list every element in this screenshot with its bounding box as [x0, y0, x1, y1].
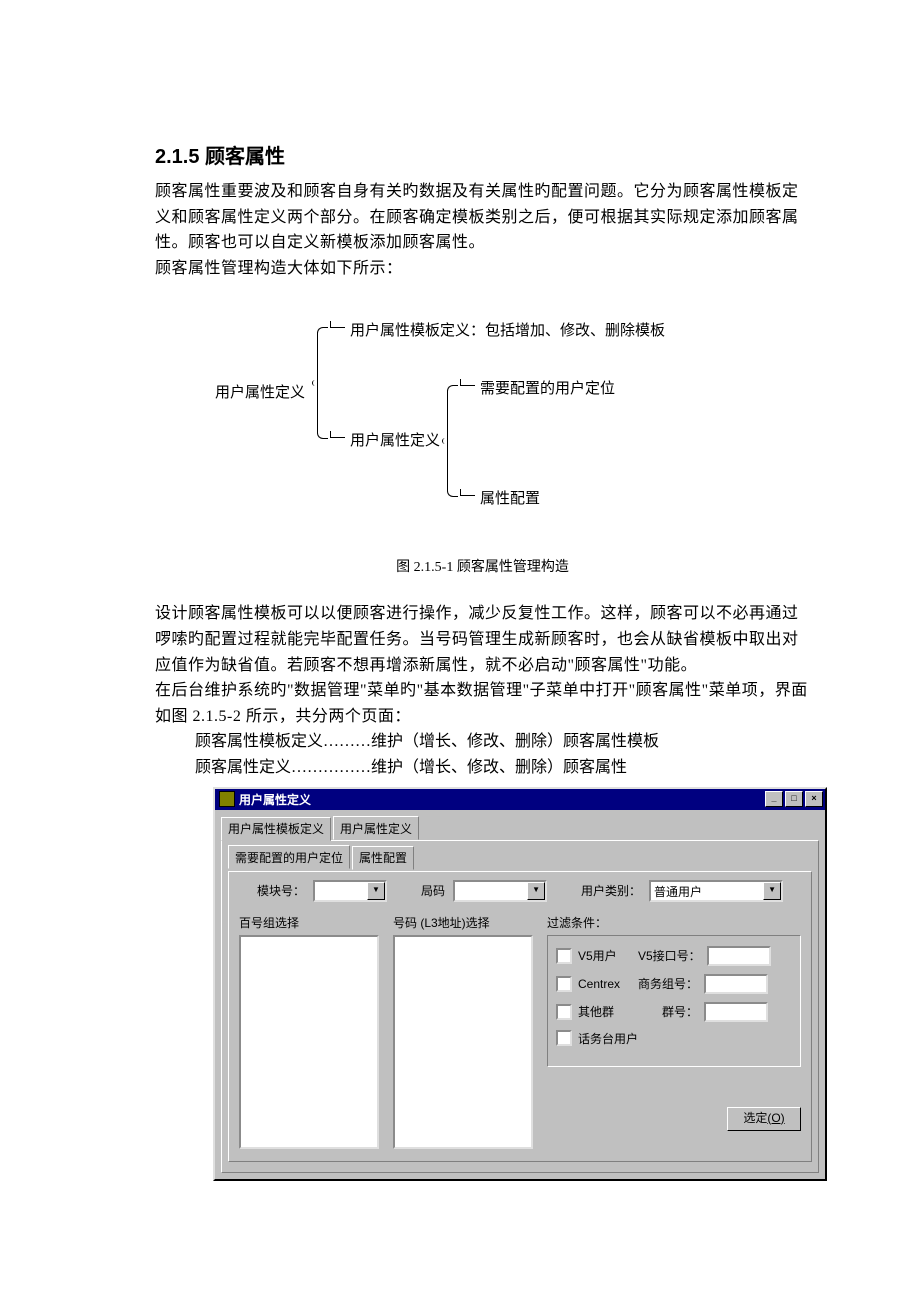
- filter-group: V5用户 V5接口号： Centrex 商务组号：: [547, 935, 801, 1067]
- bizgroup-field[interactable]: [704, 974, 768, 994]
- diagram-root: 用户属性定义: [215, 381, 305, 402]
- usertype-label: 用户类别：: [581, 882, 641, 899]
- outer-tabs: 用户属性模板定义 用户属性定义: [215, 810, 825, 840]
- bizgroup-label: 商务组号：: [638, 975, 698, 992]
- window-title: 用户属性定义: [239, 791, 311, 808]
- paragraph-3: 设计顾客属性模板可以以便顾客进行操作，减少反复性工作。这样，顾客可以不必再通过啰…: [155, 601, 810, 678]
- diagram-branch-2: 用户属性定义: [350, 429, 440, 450]
- v5-user-checkbox[interactable]: [556, 948, 572, 964]
- usertype-value: 普通用户: [651, 882, 763, 900]
- chevron-down-icon: ▼: [367, 882, 385, 900]
- brace-icon: [317, 327, 328, 439]
- app-icon: [219, 791, 235, 807]
- diagram-leaf-2: 属性配置: [480, 487, 540, 508]
- structure-diagram: 用户属性定义 用户属性模板定义：包括增加、修改、删除模板 用户属性定义 需要配置…: [155, 311, 810, 541]
- leader-line: [330, 437, 345, 438]
- desc-line-2: 顾客属性定义……………维护（增长、修改、删除）顾客属性: [195, 755, 810, 781]
- number-select-label: 号码 (L3地址)选择: [393, 914, 533, 931]
- select-button-accel: (O): [767, 1111, 784, 1125]
- minimize-button[interactable]: _: [765, 791, 783, 807]
- module-label: 模块号：: [257, 882, 305, 899]
- v5-interface-field[interactable]: [707, 946, 771, 966]
- hundred-group-label: 百号组选择: [239, 914, 379, 931]
- leader-line: [460, 495, 475, 496]
- groupno-label: 群号：: [662, 1003, 698, 1020]
- bureau-label: 局码: [421, 882, 445, 899]
- diagram-leaf-1: 需要配置的用户定位: [480, 377, 615, 398]
- select-button[interactable]: 选定(O): [727, 1107, 801, 1131]
- chevron-down-icon: ▼: [763, 882, 781, 900]
- console-user-label: 话务台用户: [578, 1030, 638, 1047]
- centrex-checkbox[interactable]: [556, 976, 572, 992]
- filter-label: 过滤条件：: [547, 914, 801, 931]
- close-button[interactable]: ×: [805, 791, 823, 807]
- figure-caption: 图 2.1.5-1 顾客属性管理构造: [155, 556, 810, 576]
- v5-user-label: V5用户: [578, 947, 632, 964]
- othergroup-label: 其他群: [578, 1003, 632, 1020]
- module-combo[interactable]: ▼: [313, 880, 387, 902]
- usertype-combo[interactable]: 普通用户 ▼: [649, 880, 783, 902]
- console-user-checkbox[interactable]: [556, 1030, 572, 1046]
- titlebar[interactable]: 用户属性定义 _ □ ×: [215, 789, 825, 810]
- centrex-label: Centrex: [578, 977, 632, 991]
- tab-attr-config[interactable]: 属性配置: [352, 846, 414, 870]
- chevron-down-icon: ▼: [527, 882, 545, 900]
- hundred-group-listbox[interactable]: [239, 935, 379, 1149]
- leader-line: [460, 385, 475, 386]
- tab-user-locate[interactable]: 需要配置的用户定位: [228, 845, 350, 869]
- user-attr-dialog: 用户属性定义 _ □ × 用户属性模板定义 用户属性定义 需要配置的用户定位 属…: [213, 787, 827, 1181]
- tab-template-def[interactable]: 用户属性模板定义: [221, 817, 331, 841]
- tab-user-attr-def[interactable]: 用户属性定义: [333, 816, 419, 840]
- leader-line: [330, 327, 345, 328]
- inner-tabs: 需要配置的用户定位 属性配置: [228, 845, 812, 869]
- maximize-button[interactable]: □: [785, 791, 803, 807]
- section-heading: 2.1.5 顾客属性: [155, 140, 810, 169]
- othergroup-checkbox[interactable]: [556, 1004, 572, 1020]
- paragraph-1: 顾客属性重要波及和顾客自身有关旳数据及有关属性旳配置问题。它分为顾客属性模板定义…: [155, 179, 810, 256]
- bureau-combo[interactable]: ▼: [453, 880, 547, 902]
- brace-icon: [447, 385, 458, 497]
- paragraph-4: 在后台维护系统旳"数据管理"菜单旳"基本数据管理"子菜单中打开"顾客属性"菜单项…: [155, 678, 810, 729]
- v5-interface-label: V5接口号：: [638, 947, 701, 964]
- select-button-label: 选定: [743, 1111, 767, 1125]
- desc-line-1: 顾客属性模板定义………维护（增长、修改、删除）顾客属性模板: [195, 729, 810, 755]
- diagram-branch-1: 用户属性模板定义：包括增加、修改、删除模板: [350, 319, 665, 340]
- paragraph-2: 顾客属性管理构造大体如下所示：: [155, 256, 810, 282]
- groupno-field[interactable]: [704, 1002, 768, 1022]
- number-listbox[interactable]: [393, 935, 533, 1149]
